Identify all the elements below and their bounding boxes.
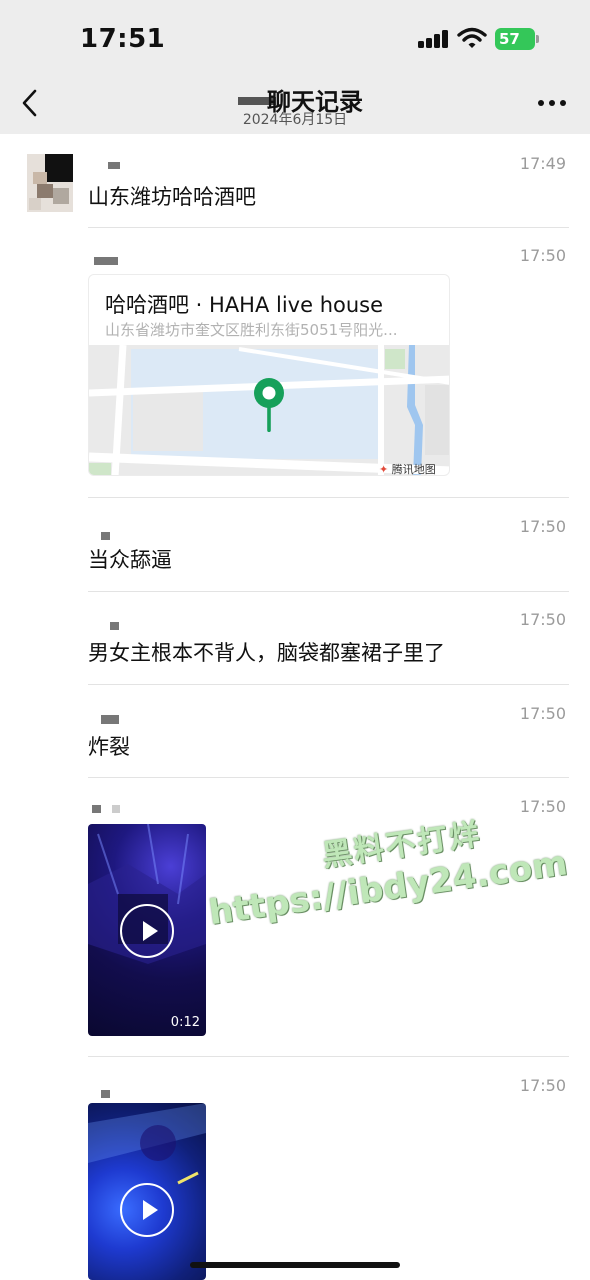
divider <box>88 777 569 778</box>
battery-icon: 57 <box>495 28 539 50</box>
play-icon[interactable] <box>120 904 174 958</box>
location-card[interactable]: 哈哈酒吧 · HAHA live house 山东省潍坊市奎文区胜利东街5051… <box>88 274 450 476</box>
message-time: 17:50 <box>519 517 566 536</box>
message-time: 17:50 <box>519 610 566 629</box>
map-provider-label: 腾讯地图 <box>391 463 436 476</box>
message-text: 当众舔逼 <box>88 548 172 572</box>
top-bar: 17:51 57 聊天记录 2024年6月15日 <box>0 0 590 134</box>
message-time: 17:50 <box>519 246 566 265</box>
map-logo-icon: ✦ <box>379 463 389 476</box>
divider <box>88 227 569 228</box>
sender-name-redacted <box>101 532 110 540</box>
page-subtitle-date: 2024年6月15日 <box>242 112 348 128</box>
more-dots-icon[interactable] <box>538 100 566 106</box>
video-thumbnail[interactable]: 0:12 <box>88 824 206 1036</box>
message-item[interactable]: 17:50 当众舔逼 <box>88 517 569 587</box>
wifi-icon <box>457 27 487 48</box>
divider <box>88 684 569 685</box>
play-icon[interactable] <box>120 1183 174 1237</box>
message-item[interactable]: 17:50 男女主根本不背人，脑袋都塞裙子里了 <box>88 610 569 680</box>
sender-name-redacted <box>101 715 119 724</box>
message-text: 男女主根本不背人，脑袋都塞裙子里了 <box>88 641 445 665</box>
sender-name-redacted <box>101 1090 110 1098</box>
sender-name-redacted <box>110 622 119 630</box>
battery-level: 57 <box>495 28 535 50</box>
video-duration: 0:12 <box>170 1015 200 1030</box>
divider <box>88 1056 569 1057</box>
message-text: 山东潍坊哈哈酒吧 <box>88 185 256 209</box>
message-time: 17:50 <box>519 1076 566 1095</box>
sender-name-redacted <box>108 162 120 169</box>
status-time: 17:51 <box>80 24 166 54</box>
location-pin-icon <box>254 378 284 432</box>
message-item: 17:50 <box>88 246 569 276</box>
sender-name-redacted <box>94 257 118 265</box>
location-address: 山东省潍坊市奎文区胜利东街5051号阳光... <box>105 321 398 339</box>
signal-icon <box>418 30 450 48</box>
message-item[interactable]: 17:50 炸裂 <box>88 704 569 774</box>
message-item[interactable]: 17:49 山东潍坊哈哈酒吧 <box>88 154 569 226</box>
message-text: 炸裂 <box>88 735 130 759</box>
sender-name-redacted <box>92 805 120 813</box>
divider <box>88 497 569 498</box>
home-indicator[interactable] <box>190 1262 400 1268</box>
video-thumbnail[interactable] <box>88 1103 206 1280</box>
message-time: 17:49 <box>519 154 566 173</box>
message-item: 17:50 <box>88 1076 569 1106</box>
divider <box>88 591 569 592</box>
message-time: 17:50 <box>519 704 566 723</box>
avatar[interactable] <box>27 154 73 212</box>
location-title: 哈哈酒吧 · HAHA live house <box>105 293 384 317</box>
map-provider-logo: ✦ 腾讯地图 <box>379 461 436 476</box>
